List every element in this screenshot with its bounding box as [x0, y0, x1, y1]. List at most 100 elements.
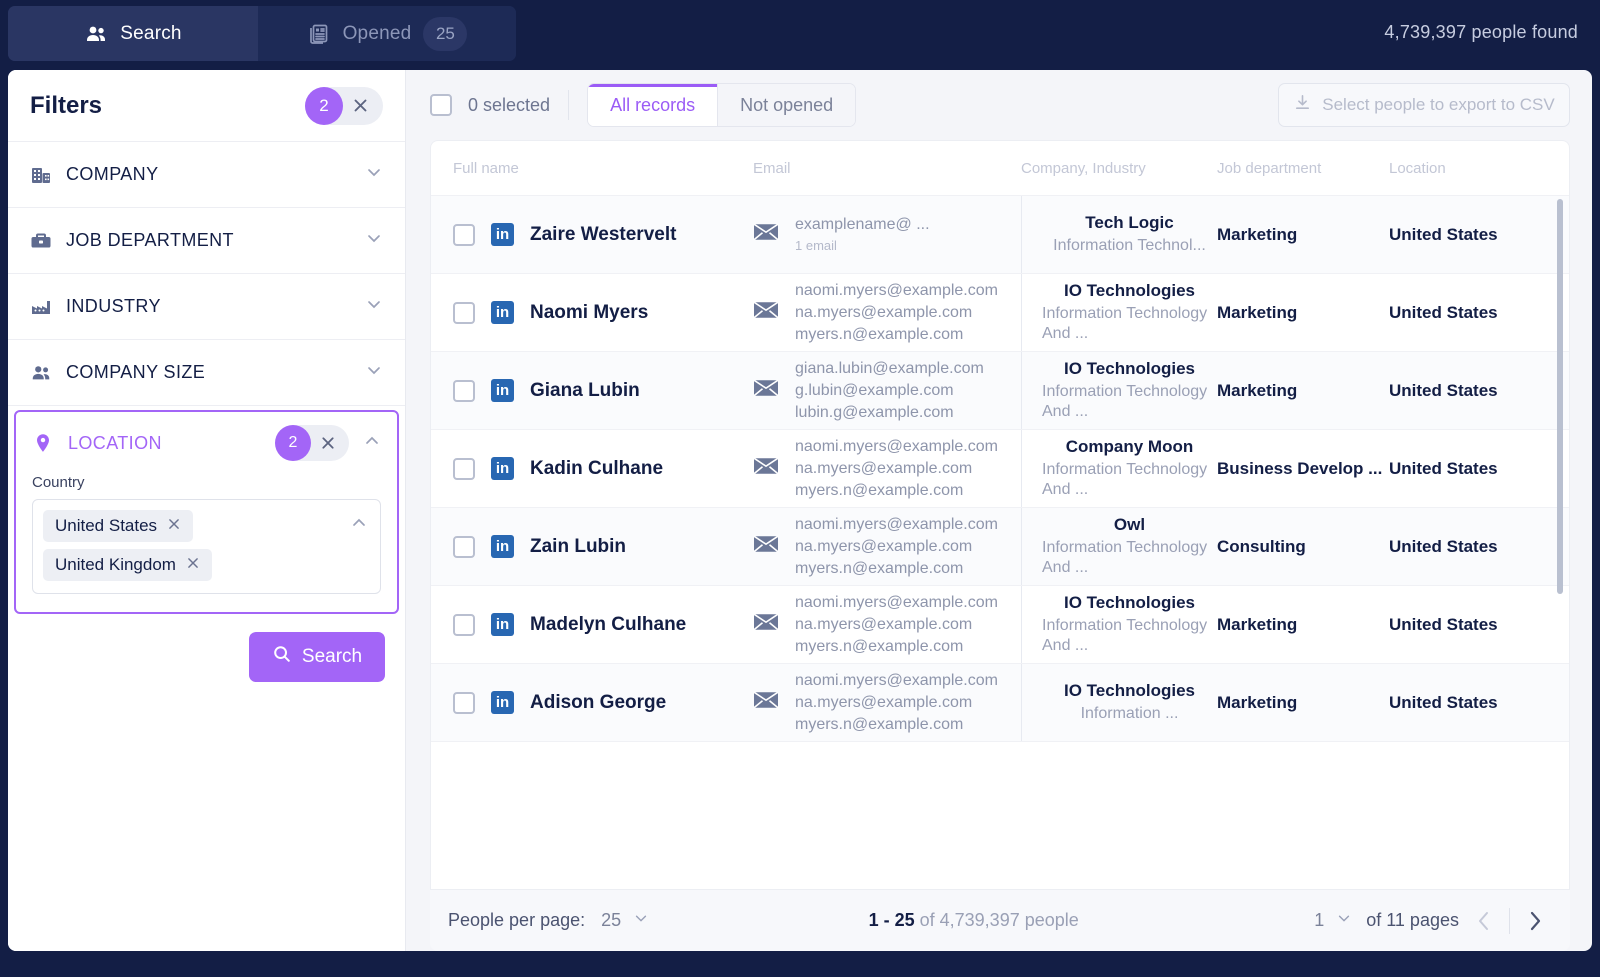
chevron-down-icon	[633, 910, 649, 931]
email-address[interactable]: naomi.myers@example.com	[795, 438, 998, 456]
row-checkbox[interactable]	[453, 691, 475, 714]
cell-company-industry: IO Technologies Information Technology An…	[1021, 274, 1217, 351]
email-address[interactable]: naomi.myers@example.com	[795, 282, 998, 300]
sidebar-item-location: LOCATION 2 Country United States United …	[14, 410, 399, 614]
row-checkbox[interactable]	[453, 535, 475, 558]
chevron-up-icon[interactable]	[350, 514, 368, 537]
row-checkbox[interactable]	[453, 457, 475, 480]
linkedin-icon[interactable]: in	[491, 301, 514, 324]
pagination-bar: People per page: 25 1 - 25 of 4,739,397 …	[430, 889, 1570, 951]
email-address[interactable]: naomi.myers@example.com	[795, 672, 998, 690]
tab-search[interactable]: Search	[8, 6, 258, 61]
email-address[interactable]: na.myers@example.com	[795, 304, 998, 322]
cell-email: examplename@ ... 1 email	[753, 196, 1021, 273]
email-address[interactable]: myers.n@example.com	[795, 716, 998, 734]
tab-all-records[interactable]: All records	[588, 84, 718, 126]
table-row[interactable]: in Naomi Myers naomi.myers@example.com na.m…	[431, 274, 1569, 352]
linkedin-icon[interactable]: in	[491, 535, 514, 558]
records-filter-tabs: All records Not opened	[587, 83, 857, 127]
linkedin-icon[interactable]: in	[491, 691, 514, 714]
close-icon[interactable]	[311, 424, 345, 462]
people-per-page-label: People per page:	[448, 910, 586, 930]
person-name: Zain Lubin	[530, 535, 627, 557]
sidebar-item-industry[interactable]: INDUSTRY	[8, 274, 405, 340]
chevron-down-icon[interactable]	[365, 361, 383, 384]
tab-all-records-label: All records	[610, 94, 696, 115]
linkedin-icon[interactable]: in	[491, 379, 514, 402]
email-address[interactable]: myers.n@example.com	[795, 482, 998, 500]
email-address[interactable]: na.myers@example.com	[795, 616, 998, 634]
email-address[interactable]: myers.n@example.com	[795, 638, 998, 656]
email-address[interactable]: g.lubin@example.com	[795, 382, 984, 400]
job-department: Marketing	[1217, 692, 1298, 712]
country-multiselect[interactable]: United States United Kingdom	[32, 499, 381, 594]
table-row[interactable]: in Zaire Westervelt examplename@ ... 1 emai…	[431, 196, 1569, 274]
cell-job-department: Marketing	[1217, 196, 1389, 273]
person-location: United States	[1389, 458, 1498, 478]
tab-opened[interactable]: Opened 25	[258, 6, 516, 61]
table-row[interactable]: in Giana Lubin giana.lubin@example.com g.lu…	[431, 352, 1569, 430]
close-icon[interactable]	[186, 556, 200, 575]
people-per-page-select[interactable]: 25	[601, 910, 649, 931]
email-address[interactable]: na.myers@example.com	[795, 694, 998, 712]
prev-page-button[interactable]	[1473, 908, 1495, 934]
page-number-select[interactable]: 1	[1314, 910, 1352, 931]
cell-job-department: Marketing	[1217, 352, 1389, 429]
email-address[interactable]: na.myers@example.com	[795, 538, 998, 556]
linkedin-icon[interactable]: in	[491, 613, 514, 636]
company-industry: Information ...	[1080, 705, 1179, 722]
email-address[interactable]: naomi.myers@example.com	[795, 594, 998, 612]
filters-active-count: 2	[305, 86, 343, 125]
cell-email: naomi.myers@example.com na.myers@example.…	[753, 508, 1021, 585]
tab-not-opened[interactable]: Not opened	[717, 84, 856, 126]
row-checkbox[interactable]	[453, 379, 475, 402]
sidebar-item-job-department[interactable]: JOB DEPARTMENT	[8, 208, 405, 274]
email-address[interactable]: naomi.myers@example.com	[795, 516, 998, 534]
people-per-page-value: 25	[601, 910, 622, 930]
job-department: Marketing	[1217, 614, 1298, 634]
linkedin-icon[interactable]: in	[491, 223, 514, 246]
cell-location: United States	[1389, 586, 1569, 663]
people-icon	[30, 362, 66, 384]
chevron-down-icon[interactable]	[365, 295, 383, 318]
envelope-icon	[753, 378, 779, 403]
email-address[interactable]: na.myers@example.com	[795, 460, 998, 478]
close-icon[interactable]	[343, 87, 377, 125]
close-icon[interactable]	[167, 517, 181, 536]
email-address[interactable]: giana.lubin@example.com	[795, 360, 984, 378]
tab-not-opened-label: Not opened	[740, 94, 834, 115]
table-row[interactable]: in Adison George naomi.myers@example.com na…	[431, 664, 1569, 742]
table-scrollbar[interactable]	[1557, 199, 1563, 594]
next-page-button[interactable]	[1524, 908, 1546, 934]
chevron-down-icon	[1336, 910, 1352, 931]
main-panel: 0 selected All records Not opened Select…	[406, 70, 1592, 951]
table-row[interactable]: in Madelyn Culhane naomi.myers@example.com…	[431, 586, 1569, 664]
cell-full-name: in Naomi Myers	[453, 274, 753, 351]
chevron-down-icon[interactable]	[365, 163, 383, 186]
job-department: Business Develop ...	[1217, 458, 1383, 478]
search-button[interactable]: Search	[249, 632, 385, 682]
cell-full-name: in Kadin Culhane	[453, 430, 753, 507]
location-header[interactable]: LOCATION 2	[16, 412, 397, 474]
table-row[interactable]: in Zain Lubin naomi.myers@example.com na.my…	[431, 508, 1569, 586]
export-csv-button[interactable]: Select people to export to CSV	[1278, 83, 1570, 127]
email-address[interactable]: examplename@ ...	[795, 216, 930, 234]
row-checkbox[interactable]	[453, 301, 475, 324]
sidebar-item-company[interactable]: COMPANY	[8, 142, 405, 208]
cell-email: naomi.myers@example.com na.myers@example.…	[753, 430, 1021, 507]
company-name: IO Technologies	[1064, 359, 1195, 378]
envelope-icon	[753, 612, 779, 637]
chevron-up-icon[interactable]	[363, 432, 381, 455]
table-row[interactable]: in Kadin Culhane naomi.myers@example.com na…	[431, 430, 1569, 508]
select-all-checkbox[interactable]	[430, 94, 452, 116]
job-department: Consulting	[1217, 536, 1306, 556]
sidebar-item-company-size[interactable]: COMPANY SIZE	[8, 340, 405, 406]
email-address[interactable]: lubin.g@example.com	[795, 404, 984, 422]
row-checkbox[interactable]	[453, 613, 475, 636]
email-address[interactable]: myers.n@example.com	[795, 326, 998, 344]
email-address[interactable]: myers.n@example.com	[795, 560, 998, 578]
row-checkbox[interactable]	[453, 223, 475, 246]
company-name: Tech Logic	[1085, 213, 1174, 232]
linkedin-icon[interactable]: in	[491, 457, 514, 480]
chevron-down-icon[interactable]	[365, 229, 383, 252]
